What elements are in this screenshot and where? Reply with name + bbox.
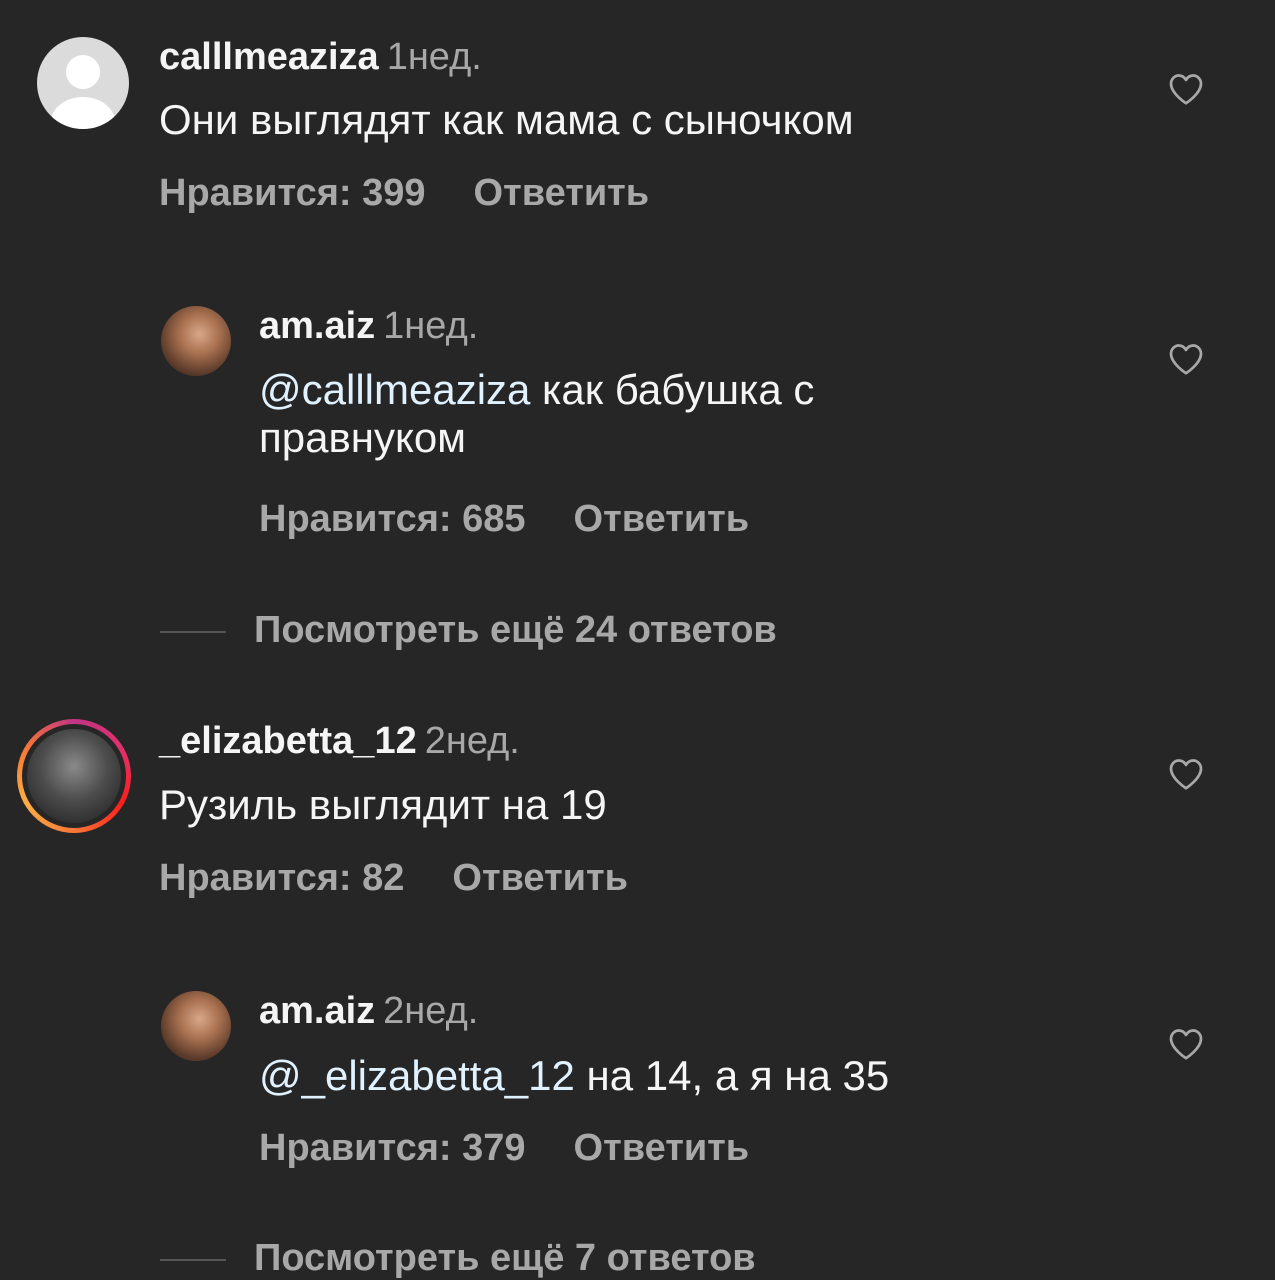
avatar[interactable]	[161, 991, 231, 1061]
mention-link[interactable]: @_elizabetta_12	[259, 1052, 575, 1099]
reply-button[interactable]: Ответить	[474, 172, 650, 214]
likes-count[interactable]: Нравится: 82	[159, 857, 404, 899]
comment-body: на 14, а я на 35	[574, 1052, 890, 1099]
timestamp: 1нед.	[383, 305, 479, 347]
divider-line	[160, 630, 226, 633]
comments-list: calllmeaziza 1нед. Они выглядят как мама …	[0, 0, 1275, 1280]
reply-button[interactable]: Ответить	[574, 1127, 750, 1169]
reply-button[interactable]: Ответить	[574, 498, 750, 540]
comment-actions: Нравится: 685 Ответить	[259, 498, 749, 541]
heart-outline-icon[interactable]	[1168, 342, 1204, 376]
comment-text: Рузиль выглядит на 19	[159, 781, 607, 828]
comment-actions: Нравится: 379 Ответить	[259, 1127, 749, 1170]
divider-line	[160, 1258, 226, 1261]
avatar-story-ring[interactable]	[17, 719, 131, 833]
avatar-default[interactable]	[37, 37, 129, 129]
heart-outline-icon[interactable]	[1168, 1027, 1204, 1061]
heart-outline-icon[interactable]	[1168, 72, 1204, 106]
comment-actions: Нравится: 399 Ответить	[159, 172, 649, 215]
comment-actions: Нравится: 82 Ответить	[159, 857, 628, 900]
username[interactable]: am.aiz	[259, 305, 375, 347]
avatar-placeholder-body	[51, 97, 115, 129]
avatar[interactable]	[161, 306, 231, 376]
comment-header: calllmeaziza 1нед.	[159, 36, 482, 79]
view-more-replies[interactable]: Посмотреть ещё 7 ответов	[160, 1237, 756, 1280]
mention-link[interactable]: @calllmeaziza	[259, 366, 530, 413]
heart-outline-icon[interactable]	[1168, 757, 1204, 791]
avatar	[27, 729, 121, 823]
comment-text: @_elizabetta_12 на 14, а я на 35	[259, 1052, 1159, 1100]
username[interactable]: calllmeaziza	[159, 36, 379, 78]
timestamp: 2нед.	[424, 720, 520, 762]
comment-text: @calllmeaziza как бабушка с правнуком	[259, 366, 979, 462]
comment-text: Они выглядят как мама с сыночком	[159, 96, 854, 143]
view-more-replies[interactable]: Посмотреть ещё 24 ответов	[160, 609, 777, 652]
comment-header: am.aiz 1нед.	[259, 305, 478, 348]
view-more-label[interactable]: Посмотреть ещё 7 ответов	[254, 1237, 756, 1279]
timestamp: 2нед.	[383, 990, 479, 1032]
likes-count[interactable]: Нравится: 399	[159, 172, 426, 214]
username[interactable]: am.aiz	[259, 990, 375, 1032]
timestamp: 1нед.	[386, 36, 482, 78]
view-more-label[interactable]: Посмотреть ещё 24 ответов	[254, 609, 777, 651]
comment-header: am.aiz 2нед.	[259, 990, 478, 1033]
username[interactable]: _elizabetta_12	[159, 720, 417, 762]
likes-count[interactable]: Нравится: 379	[259, 1127, 526, 1169]
avatar-placeholder-head	[66, 55, 100, 89]
likes-count[interactable]: Нравится: 685	[259, 498, 526, 540]
reply-button[interactable]: Ответить	[452, 857, 628, 899]
comment-header: _elizabetta_12 2нед.	[159, 720, 520, 763]
